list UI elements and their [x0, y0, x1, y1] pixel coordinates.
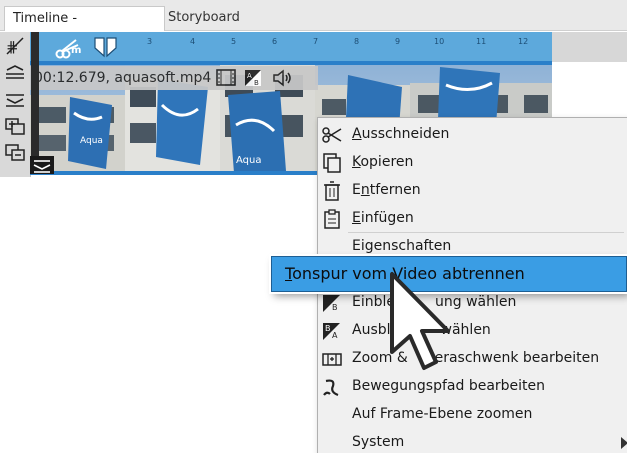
clip-time: 00:12.679,: [34, 70, 110, 86]
menu-item-entfernen[interactable]: Entfernen: [318, 177, 627, 205]
accel-e: E: [352, 210, 361, 226]
svg-text:A: A: [332, 331, 338, 340]
scissors-marker-icon[interactable]: [54, 37, 82, 59]
collapse-track-button[interactable]: [4, 64, 26, 84]
menu-item-frame-zoom[interactable]: Auf Frame-Ebene zoomen: [318, 401, 627, 429]
ruler-tick-4: 4: [190, 37, 196, 46]
filmstrip-icon: [216, 69, 236, 86]
split-track-icon: ⋕: [6, 37, 24, 56]
menu-label-frame-zoom: Auf Frame-Ebene zoomen: [352, 406, 533, 422]
accel-a: A: [352, 126, 362, 142]
playhead[interactable]: [31, 32, 39, 174]
tab-storyboard[interactable]: Storyboard: [160, 6, 258, 30]
menu-item-einblendung[interactable]: B Einble ung wählen: [318, 289, 627, 317]
clip-icons: AB: [216, 69, 291, 87]
menu-item-zoom[interactable]: Zoom & neraschwenk bearbeiten: [318, 345, 627, 373]
menu-label-entfernen: Entfernen: [352, 182, 421, 198]
app-window: Timeline - Spuransicht Storyboard ⋕ m 3 …: [0, 0, 627, 453]
ruler-tick-5: 5: [231, 37, 237, 46]
fade-out-icon: BA: [323, 323, 340, 340]
tab-storyboard-label: Storyboard: [168, 10, 240, 25]
scissors-icon: [322, 127, 342, 143]
in-out-marker-icon[interactable]: [92, 36, 120, 60]
menu-label-einfuegen: Einfügen: [352, 210, 414, 226]
motion-path-icon: [323, 379, 339, 397]
remove-track-icon: [5, 144, 25, 161]
copy-icon: [323, 153, 341, 173]
expand-track-icon: [6, 94, 24, 107]
menu-label-eigenschaften: Eigenschaften: [352, 238, 452, 254]
ruler-tick-11: 11: [476, 37, 487, 46]
timeline-ruler[interactable]: m 3 4 5 6 7 8 9 10 11 12: [30, 32, 552, 62]
svg-text:A: A: [247, 72, 252, 80]
clip-filename: aquasoft.mp4: [114, 70, 212, 86]
menu-label-ausschneiden: Ausschneiden: [352, 126, 449, 142]
ruler-tick-3: 3: [147, 37, 153, 46]
track-marker: [30, 156, 54, 174]
clip-info-text: 00:12.679, aquasoft.mp4: [34, 70, 211, 86]
speaker-icon: [273, 69, 291, 87]
add-track-button[interactable]: [4, 116, 26, 136]
svg-text:Aqua: Aqua: [80, 136, 103, 146]
menu-label-bewegungspfad: Bewegungspfad bearbeiten: [352, 378, 546, 394]
submenu-arrow-icon: [621, 437, 627, 449]
track-marker-icon: [33, 160, 51, 173]
accel-n: n: [360, 182, 370, 198]
clipboard-icon: [324, 209, 340, 229]
menu-label-einfuegen-rest: infügen: [360, 210, 414, 226]
svg-text:B: B: [332, 303, 338, 312]
ruler-tick-10: 10: [434, 37, 445, 46]
menu-label-system: System: [352, 434, 405, 450]
track-toolbar: ⋕: [0, 32, 31, 177]
ruler-tick-12: 12: [518, 37, 529, 46]
add-track-icon: [5, 118, 25, 135]
menu-label-kopieren: Kopieren: [352, 154, 413, 170]
menu-label-entfernen-pre: E: [352, 182, 361, 198]
accel-t: T: [285, 264, 293, 283]
menu-item-kopieren[interactable]: Kopieren: [318, 149, 627, 177]
svg-text:B: B: [254, 79, 259, 87]
fade-in-icon: B: [323, 295, 340, 312]
ruler-tick-8: 8: [354, 37, 360, 46]
ruler-empty-area: [552, 32, 627, 62]
menu-item-einfuegen[interactable]: Einfügen: [318, 205, 627, 233]
split-track-button[interactable]: ⋕: [4, 36, 26, 56]
expand-track-button[interactable]: [4, 90, 26, 110]
menu-item-system[interactable]: System: [318, 429, 627, 453]
menu-item-ausblendung[interactable]: BA Ausbl wählen: [318, 317, 627, 345]
trash-icon: [324, 181, 340, 201]
ruler-tick-7: 7: [313, 37, 319, 46]
zoom-pan-icon: [322, 353, 342, 366]
menu-label-entfernen-rest: tfernen: [369, 182, 421, 198]
ruler-tick-6: 6: [272, 37, 278, 46]
svg-text:B: B: [325, 324, 331, 333]
menu-label-ausschneiden-rest: usschneiden: [361, 126, 450, 142]
remove-track-button[interactable]: [4, 142, 26, 162]
collapse-track-icon: [6, 65, 24, 79]
clip-info-bar: 00:12.679, aquasoft.mp4 AB: [30, 66, 318, 90]
menu-item-bewegungspfad[interactable]: Bewegungspfad bearbeiten: [318, 373, 627, 401]
ruler-tick-9: 9: [395, 37, 401, 46]
menu-item-ausschneiden[interactable]: Ausschneiden: [318, 121, 627, 149]
transition-ab-icon: AB: [245, 70, 261, 87]
menu-label-kopieren-rest: opieren: [360, 154, 414, 170]
svg-text:Aqua: Aqua: [236, 155, 261, 166]
mouse-cursor-icon: [390, 272, 450, 370]
tab-timeline[interactable]: Timeline - Spuransicht: [4, 6, 165, 50]
tab-bar: Timeline - Spuransicht Storyboard: [0, 0, 627, 50]
